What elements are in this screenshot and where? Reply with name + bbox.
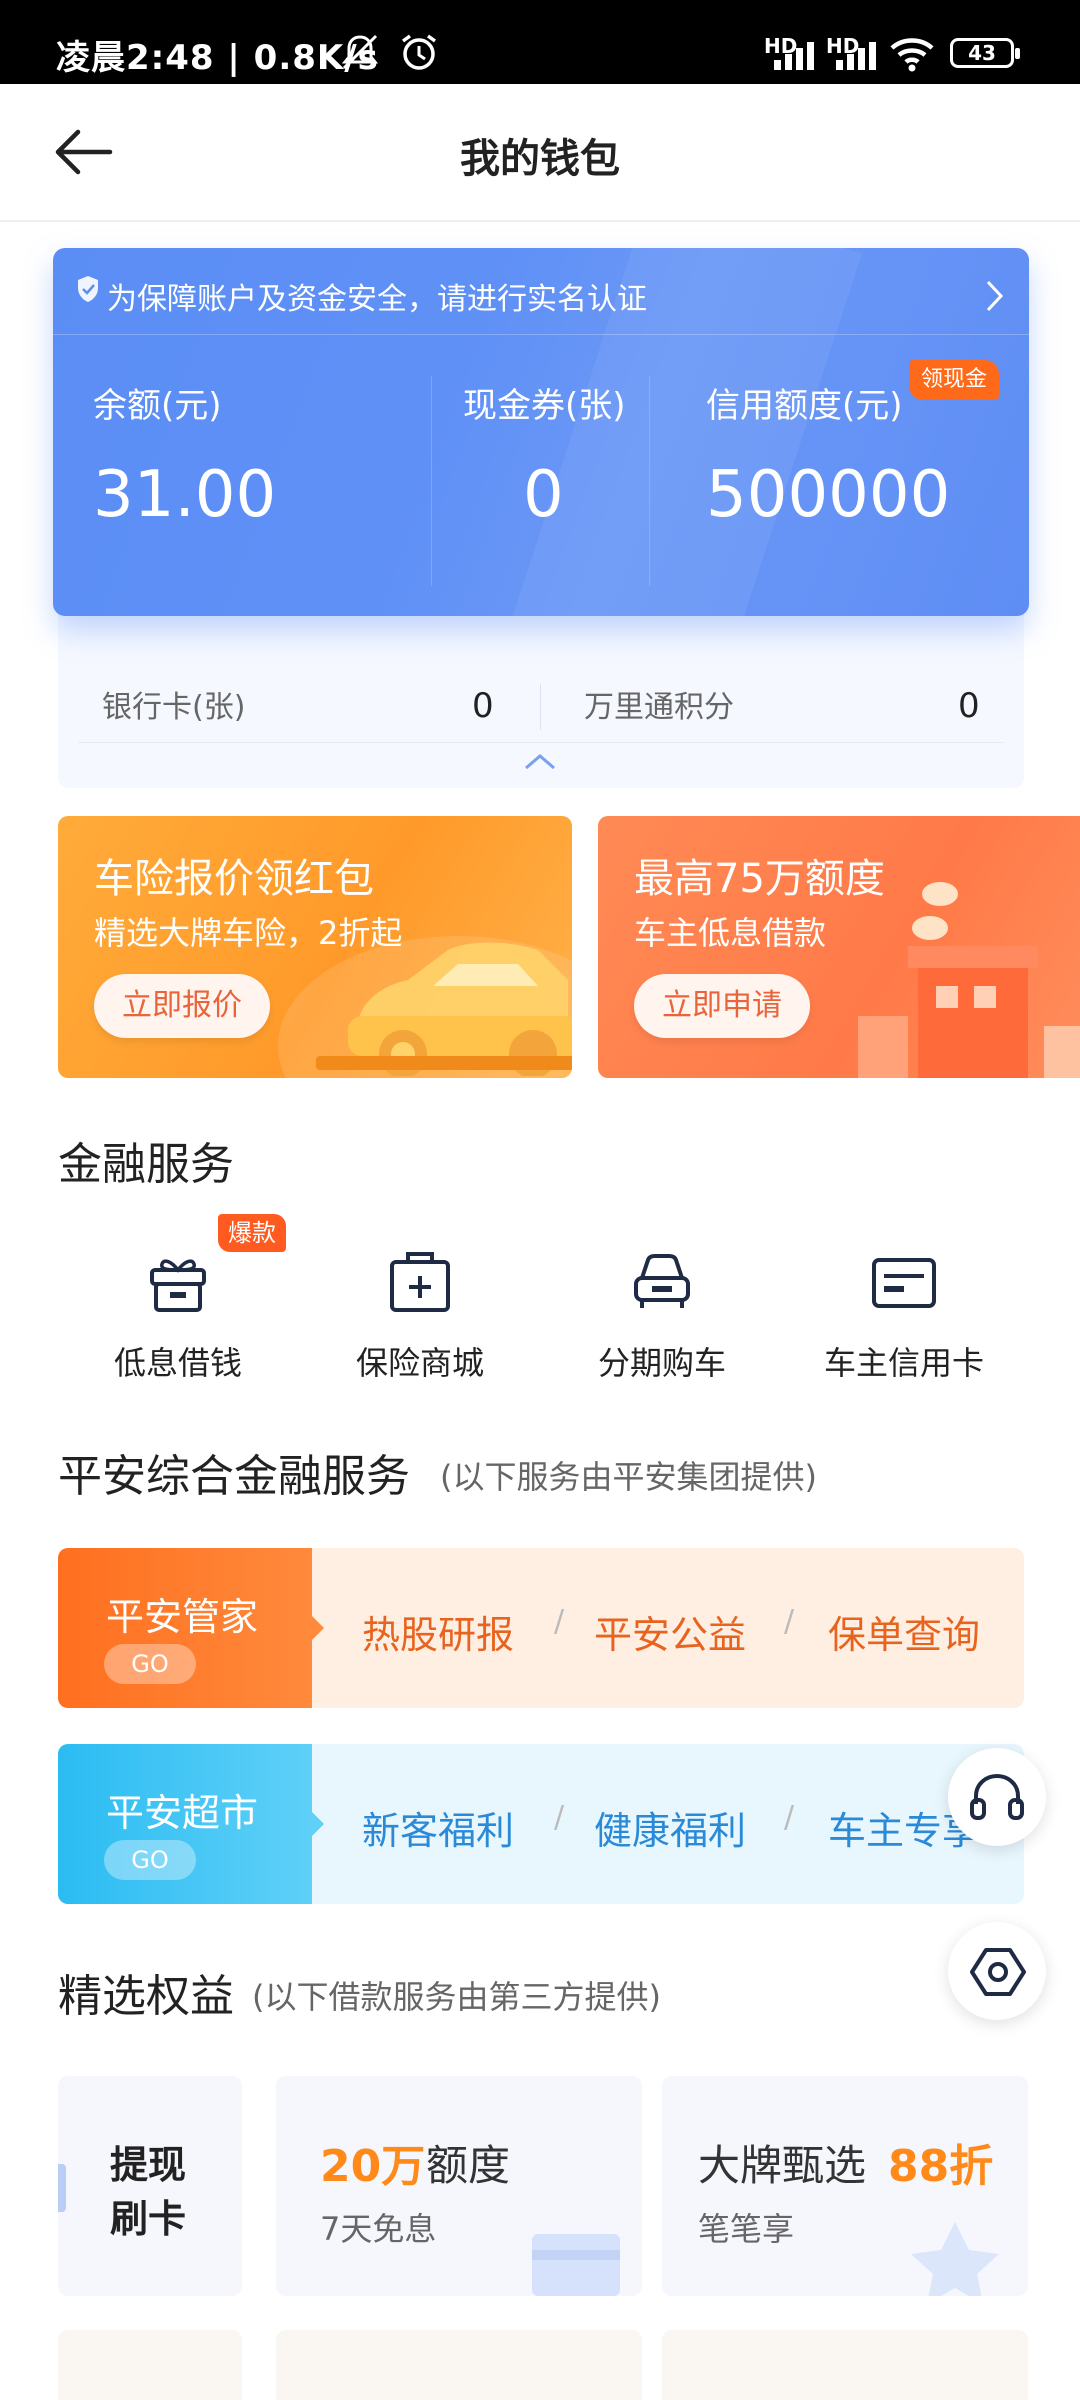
shield-icon — [78, 276, 98, 302]
points-value[interactable]: 0 — [958, 686, 980, 726]
benefit-card-next-2[interactable] — [276, 2330, 642, 2400]
cash-badge[interactable]: 领现金 — [909, 360, 1000, 400]
card-divider — [53, 334, 1029, 335]
medical-kit-icon — [390, 1252, 450, 1312]
pingan-services-note: (以下服务由平安集团提供) — [440, 1458, 817, 1496]
benefit-card-credit[interactable]: 20万 额度 7天免息 — [276, 2076, 642, 2296]
battery-indicator: 43 — [950, 38, 1020, 68]
points-label[interactable]: 万里通积分 — [584, 682, 734, 726]
nav-bar: 我的钱包 — [0, 84, 1080, 222]
service-label: 保险商城 — [355, 1344, 484, 1382]
customer-service-button[interactable] — [948, 1748, 1046, 1846]
hexagon-settings-icon — [970, 1948, 1026, 1996]
link-pingan-charity[interactable]: 平安公益 — [594, 1604, 746, 1659]
row-pointer — [312, 1812, 324, 1836]
benefit-card-discount[interactable]: 大牌甄选 88折 笔笔享 — [662, 2076, 1028, 2296]
wallet-summary-card: 为保障账户及资金安全，请进行实名认证 余额(元) 31.00 现金券(张) 0 … — [53, 248, 1029, 616]
service-label: 车主信用卡 — [823, 1344, 984, 1382]
owner-credit-card-item[interactable]: 车主信用卡 — [784, 1200, 1024, 1382]
pingan-butler-row: 平安管家 GO 热股研报 / 平安公益 / 保单查询 — [58, 1548, 1024, 1708]
hot-badge: 爆款 — [218, 1214, 286, 1252]
page-title: 我的钱包 — [460, 136, 620, 182]
go-button[interactable]: GO — [104, 1840, 196, 1880]
installment-car-item[interactable]: 分期购车 — [542, 1200, 782, 1382]
pingan-butler-block[interactable]: 平安管家 GO — [58, 1548, 312, 1708]
sub-bottom-line — [78, 742, 1004, 743]
link-health-welfare[interactable]: 健康福利 — [594, 1800, 746, 1855]
link-separator: / — [784, 1604, 795, 1639]
credit-highlight: 20万 — [320, 2141, 426, 2192]
benefit-card-next-1[interactable] — [58, 2330, 242, 2400]
credit-value[interactable]: 500000 — [706, 458, 950, 532]
signal-icon-2 — [836, 42, 876, 70]
link-separator: / — [784, 1800, 795, 1835]
pingan-market-row: 平安超市 GO 新客福利 / 健康福利 / 车主专享 — [58, 1744, 1024, 1904]
go-button[interactable]: GO — [104, 1644, 196, 1684]
side-label-2: 刷卡 — [110, 2197, 187, 2241]
credit-label[interactable]: 信用额度(元) — [706, 378, 903, 427]
apply-now-button[interactable]: 立即申请 — [634, 974, 810, 1038]
wifi-icon — [890, 38, 934, 72]
sub-divider — [540, 684, 541, 730]
link-separator: / — [554, 1800, 565, 1835]
status-bar: 凌晨2:48 | 0.8K/s HD HD 43 — [0, 0, 1080, 84]
column-divider-1 — [431, 376, 432, 586]
car-loan-banner[interactable]: 最高75万额度 车主低息借款 立即申请 — [598, 816, 1080, 1078]
side-label-1: 提现 — [110, 2143, 187, 2187]
asset-sub-panel: 银行卡(张) 0 万里通积分 0 — [58, 614, 1024, 788]
row-pointer — [312, 1616, 324, 1640]
headset-icon — [970, 1773, 1024, 1820]
service-label: 低息借钱 — [113, 1344, 242, 1382]
link-separator: / — [554, 1604, 565, 1639]
car-insurance-banner[interactable]: 车险报价领红包 精选大牌车险，2折起 立即报价 — [58, 816, 572, 1078]
status-time: 凌晨2:48 | 0.8K/s — [56, 38, 379, 78]
banner-subtitle: 车主低息借款 — [634, 914, 827, 952]
benefits-title: 精选权益 — [58, 1971, 234, 2022]
banner-title: 最高75万额度 — [634, 856, 885, 902]
balance-label[interactable]: 余额(元) — [93, 378, 222, 427]
benefits-note: (以下借款服务由第三方提供) — [252, 1978, 661, 2016]
star-decor-icon — [911, 2222, 999, 2296]
discount-subtitle: 笔笔享 — [698, 2210, 795, 2248]
discount-highlight: 88折 — [888, 2141, 994, 2192]
pingan-services-title: 平安综合金融服务 — [58, 1451, 410, 1502]
banner-title: 车险报价领红包 — [94, 856, 374, 902]
car-icon — [634, 1254, 690, 1308]
discount-title: 大牌甄选 — [698, 2141, 867, 2190]
banner-ground — [316, 1056, 572, 1070]
row-title: 平安管家 — [106, 1595, 259, 1639]
financial-services-title: 金融服务 — [58, 1139, 234, 1190]
verify-notice[interactable]: 为保障账户及资金安全，请进行实名认证 — [107, 274, 647, 318]
mute-bell-icon — [341, 34, 379, 70]
gift-box-icon — [150, 1259, 206, 1312]
banner-subtitle: 精选大牌车险，2折起 — [94, 914, 403, 952]
column-divider-2 — [649, 376, 650, 586]
benefit-card-next-3[interactable] — [662, 2330, 1028, 2400]
signal-icon-1 — [774, 42, 814, 70]
chevron-right-icon[interactable] — [983, 278, 1005, 314]
benefit-side-tab[interactable]: 提现 刷卡 — [58, 2076, 242, 2296]
credit-title: 额度 — [426, 2141, 511, 2190]
link-hot-stock[interactable]: 热股研报 — [362, 1604, 514, 1659]
link-new-customer[interactable]: 新客福利 — [362, 1800, 514, 1855]
link-policy-query[interactable]: 保单查询 — [828, 1604, 980, 1659]
balance-value[interactable]: 31.00 — [93, 458, 276, 532]
side-tab-marker — [58, 2164, 66, 2212]
credit-subtitle: 7天免息 — [320, 2210, 437, 2248]
service-label: 分期购车 — [597, 1344, 726, 1382]
coupon-value[interactable]: 0 — [523, 458, 564, 532]
insurance-mall-item[interactable]: 保险商城 — [300, 1200, 540, 1382]
coupon-label[interactable]: 现金券(张) — [463, 378, 626, 427]
credit-card-icon — [872, 1258, 936, 1308]
building-coins-icon — [858, 882, 1080, 1078]
settings-float-button[interactable] — [948, 1922, 1046, 2020]
bank-card-value[interactable]: 0 — [472, 686, 494, 726]
chevron-up-icon[interactable] — [522, 750, 558, 772]
pingan-market-block[interactable]: 平安超市 GO — [58, 1744, 312, 1904]
alarm-clock-icon — [401, 34, 437, 70]
bank-card-label[interactable]: 银行卡(张) — [102, 682, 245, 726]
quote-now-button[interactable]: 立即报价 — [94, 974, 270, 1038]
row-title: 平安超市 — [106, 1791, 259, 1835]
card-decor-icon — [532, 2234, 620, 2296]
